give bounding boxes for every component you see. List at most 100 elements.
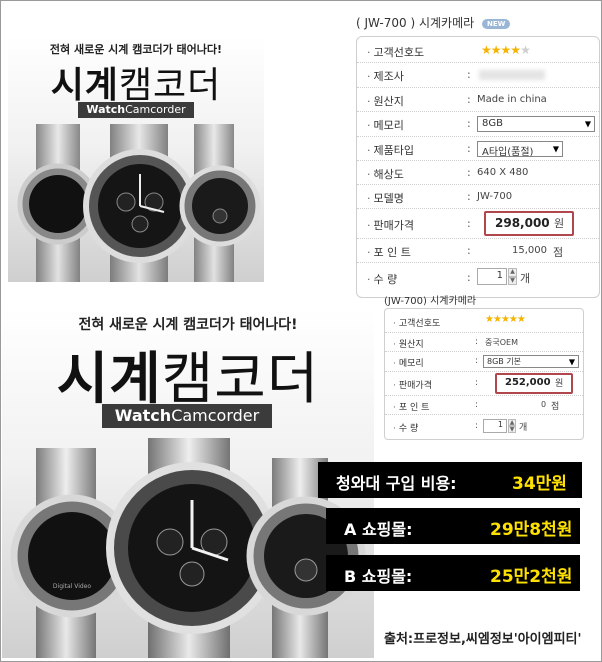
points-value-b: 0 [541, 400, 547, 409]
cost-value: 25만2천원 [490, 567, 573, 587]
chevron-down-icon: ▼ [552, 144, 559, 154]
brand-light: Camcorder [171, 406, 260, 425]
cost-value: 29만8천원 [490, 520, 573, 540]
star-icon: ★ [508, 314, 518, 325]
promo-brand: WatchCamcorder [102, 404, 272, 428]
spec-a-row-maker: 제조사 : [357, 63, 599, 88]
quantity-input-a[interactable]: 1 [477, 268, 507, 285]
quantity-stepper-a[interactable]: ▲ ▼ [508, 268, 517, 285]
cost-value: 34만원 [512, 474, 567, 494]
cost-label: 청와대 구입 비용: [336, 474, 457, 493]
spec-a-row-model: 모델명 : JW-700 [357, 185, 599, 209]
qty-unit: 개 [520, 272, 531, 285]
memory-select-a[interactable]: 8GB ▼ [477, 116, 595, 132]
spec-table-b: (JW-700) 시계카메라 고객선호도 ★★★★★ 원산지 : 중국OEM 메… [384, 292, 584, 442]
memory-select-b[interactable]: 8GB 기본 ▼ [483, 355, 579, 368]
cost-row-mall-b: B 쇼핑몰: 25만2천원 [326, 555, 580, 591]
type-select-value: A타입(품절) [482, 147, 534, 158]
colon: : [475, 421, 479, 431]
colon: : [475, 356, 479, 366]
colon: : [467, 117, 471, 130]
row-label: 원산지 [393, 337, 424, 350]
row-label: 모델명 [367, 190, 404, 206]
row-label: 수 량 [393, 421, 418, 434]
spec-a-row-origin: 원산지 : Made in china [357, 88, 599, 112]
row-label: 포 인 트 [367, 244, 411, 260]
chevron-down-icon: ▼ [584, 119, 591, 129]
colon: : [475, 378, 479, 388]
row-label: 메모리 [393, 356, 424, 369]
colon: : [467, 68, 471, 81]
promo-title-light: 캠코더 [118, 65, 222, 106]
row-label: 제품타입 [367, 142, 414, 158]
row-label: 원산지 [367, 93, 404, 109]
promo-title-light: 캠코더 [161, 347, 320, 412]
spec-b-row-memory: 메모리 : 8GB 기본 ▼ [385, 352, 583, 372]
model-value: JW-700 [477, 191, 513, 202]
spec-a-row-price: 판매가격 : 298,000 원 [357, 209, 599, 239]
brand-bold: Watch [86, 103, 126, 116]
stepper-down-icon[interactable]: ▼ [508, 276, 517, 285]
spec-b-row-origin: 원산지 : 중국OEM [385, 333, 583, 352]
row-label: 해상도 [367, 166, 404, 182]
price-value-a: 298,000 [495, 216, 550, 230]
star-icon: ★ [492, 314, 502, 325]
row-label: 판매가격 [393, 378, 432, 391]
spec-b-row-rating: 고객선호도 ★★★★★ [385, 311, 583, 333]
spec-b-box: 고객선호도 ★★★★★ 원산지 : 중국OEM 메모리 : 8GB 기본 ▼ 판매… [384, 308, 584, 440]
points-value-a: 15,000 [512, 245, 547, 256]
spec-a-title: ( JW-700 ) 시계카메라 NEW [356, 14, 511, 31]
spec-a-row-points: 포 인 트 : 15,000 점 [357, 239, 599, 263]
watches-illustration [17, 124, 261, 282]
colon: : [467, 93, 471, 106]
brand-light: Camcorder [125, 103, 186, 116]
quantity-stepper-b[interactable]: ▲ ▼ [508, 419, 516, 433]
rating-stars-a: ★★★★★ [481, 43, 531, 57]
stepper-up-icon[interactable]: ▲ [508, 268, 517, 277]
colon: : [467, 166, 471, 179]
resolution-value: 640 X 480 [477, 167, 529, 178]
star-icon: ★ [500, 43, 512, 57]
stepper-down-icon[interactable]: ▼ [508, 426, 516, 433]
promo-title: 시계캠코더 [8, 56, 264, 108]
brand-bold: Watch [114, 406, 172, 425]
colon: : [467, 190, 471, 203]
row-label: 제조사 [367, 68, 404, 84]
cost-row-blue-house: 청와대 구입 비용: 34만원 [318, 462, 582, 498]
type-select-a[interactable]: A타입(품절) ▼ [477, 141, 563, 158]
spec-b-row-price: 판매가격 : 252,000 원 [385, 372, 583, 396]
star-icon: ★ [485, 314, 494, 325]
spec-a-row-rating: 고객선호도 ★★★★★ [357, 39, 599, 63]
new-badge: NEW [482, 18, 511, 29]
colon: : [475, 337, 479, 347]
star-icon: ★ [500, 314, 510, 325]
memory-select-value: 8GB 기본 [487, 357, 522, 366]
spec-a-row-memory: 메모리 : 8GB ▼ [357, 112, 599, 137]
price-value-b: 252,000 [505, 377, 551, 388]
quantity-input-b[interactable]: 1 [483, 419, 507, 433]
promo-title: 시계캠코더 [2, 334, 374, 415]
colon: : [467, 142, 471, 155]
origin-value-b: 중국OEM [485, 338, 518, 347]
qty-unit: 개 [519, 423, 528, 433]
cost-row-mall-a: A 쇼핑몰: 29만8천원 [326, 508, 580, 544]
stepper-up-icon[interactable]: ▲ [508, 419, 516, 426]
row-label: 고객선호도 [393, 316, 440, 329]
redacted-maker [479, 70, 545, 80]
spec-b-row-points: 포 인 트 : 0 점 [385, 396, 583, 415]
row-label: 고객선호도 [367, 44, 425, 60]
memory-select-value: 8GB [482, 118, 503, 129]
chevron-down-icon: ▼ [568, 357, 575, 366]
price-unit: 원 [554, 217, 565, 230]
row-label: 포 인 트 [393, 400, 430, 413]
product-promo-image-top: 전혀 새로운 시계 캠코더가 태어나다! 시계캠코더 WatchCamcorde… [8, 36, 264, 282]
row-label: 판매가격 [367, 217, 414, 233]
spec-a-box: 고객선호도 ★★★★★ 제조사 : 원산지 : Made in china 메모… [356, 36, 600, 298]
points-unit: 점 [553, 246, 564, 259]
colon: : [475, 400, 479, 410]
rating-stars-b: ★★★★★ [485, 314, 526, 325]
cost-label: B 쇼핑몰: [344, 567, 413, 586]
promo-title-bold: 시계 [56, 347, 162, 412]
colon: : [467, 271, 471, 284]
dial-label: Digital Video [53, 583, 92, 590]
